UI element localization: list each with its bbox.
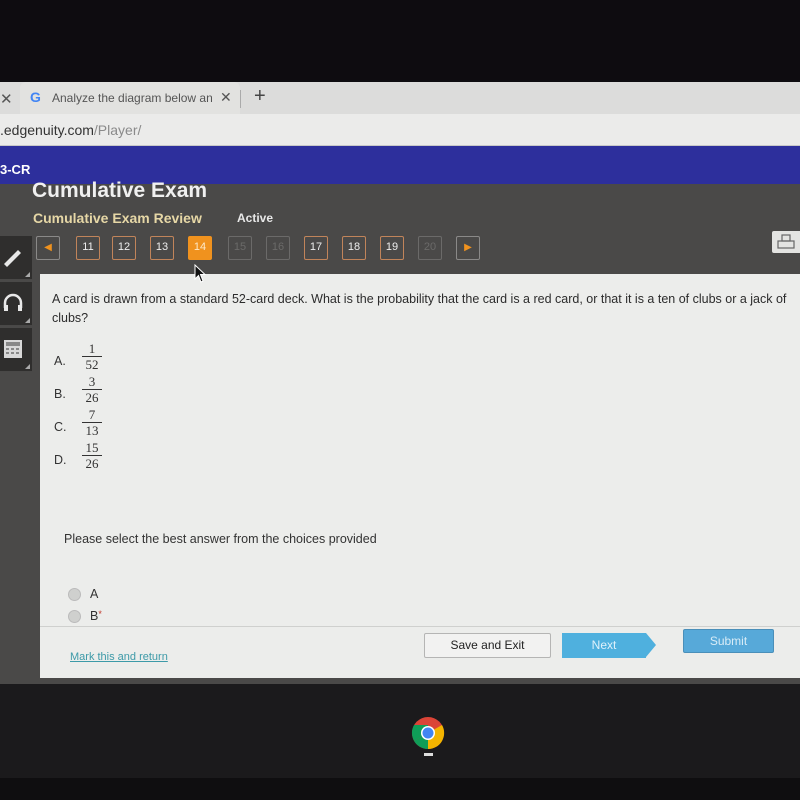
radio-button[interactable] — [68, 610, 81, 623]
app-running-indicator — [424, 753, 433, 756]
expand-corner-icon — [25, 364, 30, 369]
denominator: 13 — [85, 423, 99, 438]
choice-letter: D. — [54, 453, 67, 467]
side-toolbar — [0, 236, 32, 374]
fraction: 15 26 — [82, 441, 102, 470]
radio-button[interactable] — [68, 588, 81, 601]
monitor-bezel-bottom — [0, 778, 800, 800]
question-14-button[interactable]: 14 — [188, 236, 212, 260]
tab-title: Analyze the diagram below and — [52, 91, 212, 105]
google-favicon-icon: G — [30, 89, 41, 105]
new-tab-button[interactable]: + — [254, 85, 266, 108]
previous-question-button[interactable]: ◀ — [36, 236, 60, 260]
calculator-icon — [4, 340, 22, 358]
expand-corner-icon — [25, 318, 30, 323]
question-13-button[interactable]: 13 — [150, 236, 174, 260]
address-bar[interactable]: .edgenuity.com/Player/ — [0, 114, 800, 146]
url-domain: .edgenuity.com — [0, 122, 94, 138]
question-20-button: 20 — [418, 236, 442, 260]
browser-tabstrip: ✕ G Analyze the diagram below and ✕ + — [0, 82, 800, 114]
submit-button[interactable]: Submit — [683, 629, 774, 653]
choice-letter: A. — [54, 354, 66, 368]
pencil-icon — [4, 250, 21, 267]
next-button-arrow[interactable] — [646, 633, 656, 657]
choice-letter: B. — [54, 387, 66, 401]
choice-letter: C. — [54, 420, 67, 434]
calculator-tool-button[interactable] — [0, 328, 32, 372]
close-icon[interactable]: ✕ — [0, 90, 13, 108]
mouse-cursor-icon — [194, 264, 207, 283]
exam-status: Active — [237, 211, 274, 225]
footer-bar: Mark this and return Save and Exit Next … — [40, 626, 800, 678]
numerator: 15 — [82, 441, 102, 456]
print-button[interactable] — [772, 231, 800, 253]
exam-subtitle: Cumulative Exam Review — [33, 210, 202, 226]
caret-left-icon: ◀ — [44, 242, 52, 253]
url-path: /Player/ — [93, 122, 142, 138]
denominator: 26 — [85, 456, 99, 471]
printer-icon — [777, 234, 795, 249]
denominator: 26 — [85, 390, 99, 405]
question-16-button: 16 — [266, 236, 290, 260]
question-18-button[interactable]: 18 — [342, 236, 366, 260]
mark-and-return-link[interactable]: Mark this and return — [70, 651, 168, 663]
pencil-tool-button[interactable] — [0, 236, 32, 280]
question-17-button[interactable]: 17 — [304, 236, 328, 260]
numerator: 3 — [82, 375, 102, 390]
fraction: 3 26 — [82, 375, 102, 404]
marker-asterisk: * — [98, 609, 102, 619]
course-code: 3-CR — [0, 162, 31, 177]
expand-corner-icon — [25, 272, 30, 277]
numerator: 1 — [82, 342, 102, 357]
course-banner: 3-CR — [0, 146, 800, 184]
shelf-taskbar — [0, 684, 800, 800]
question-panel: A card is drawn from a standard 52-card … — [40, 274, 800, 678]
fraction: 7 13 — [82, 408, 102, 437]
tab-separator — [240, 90, 241, 108]
headphones-tool-button[interactable] — [0, 282, 32, 326]
chrome-icon[interactable] — [411, 716, 445, 750]
fraction: 1 52 — [82, 342, 102, 371]
url-text[interactable]: .edgenuity.com/Player/ — [0, 122, 141, 138]
radio-label: A — [90, 587, 99, 601]
question-15-button: 15 — [228, 236, 252, 260]
question-12-button[interactable]: 12 — [112, 236, 136, 260]
question-19-button[interactable]: 19 — [380, 236, 404, 260]
instruction-text: Please select the best answer from the c… — [64, 532, 377, 546]
caret-right-icon: ▶ — [464, 242, 472, 253]
save-and-exit-button[interactable]: Save and Exit — [424, 633, 551, 658]
radio-label: B* — [90, 609, 102, 623]
next-button[interactable]: Next — [562, 633, 646, 658]
exam-player: Cumulative Exam Cumulative Exam Review A… — [0, 180, 800, 684]
next-question-button[interactable]: ▶ — [456, 236, 480, 260]
close-icon[interactable]: ✕ — [220, 89, 232, 106]
monitor-bezel-top — [0, 0, 800, 82]
exam-title: Cumulative Exam — [32, 180, 208, 200]
question-11-button[interactable]: 11 — [76, 236, 100, 260]
headphones-icon — [3, 293, 23, 311]
question-text: A card is drawn from a standard 52-card … — [52, 292, 787, 325]
numerator: 7 — [82, 408, 102, 423]
denominator: 52 — [85, 357, 99, 372]
browser-tab[interactable]: G Analyze the diagram below and ✕ — [20, 82, 240, 114]
